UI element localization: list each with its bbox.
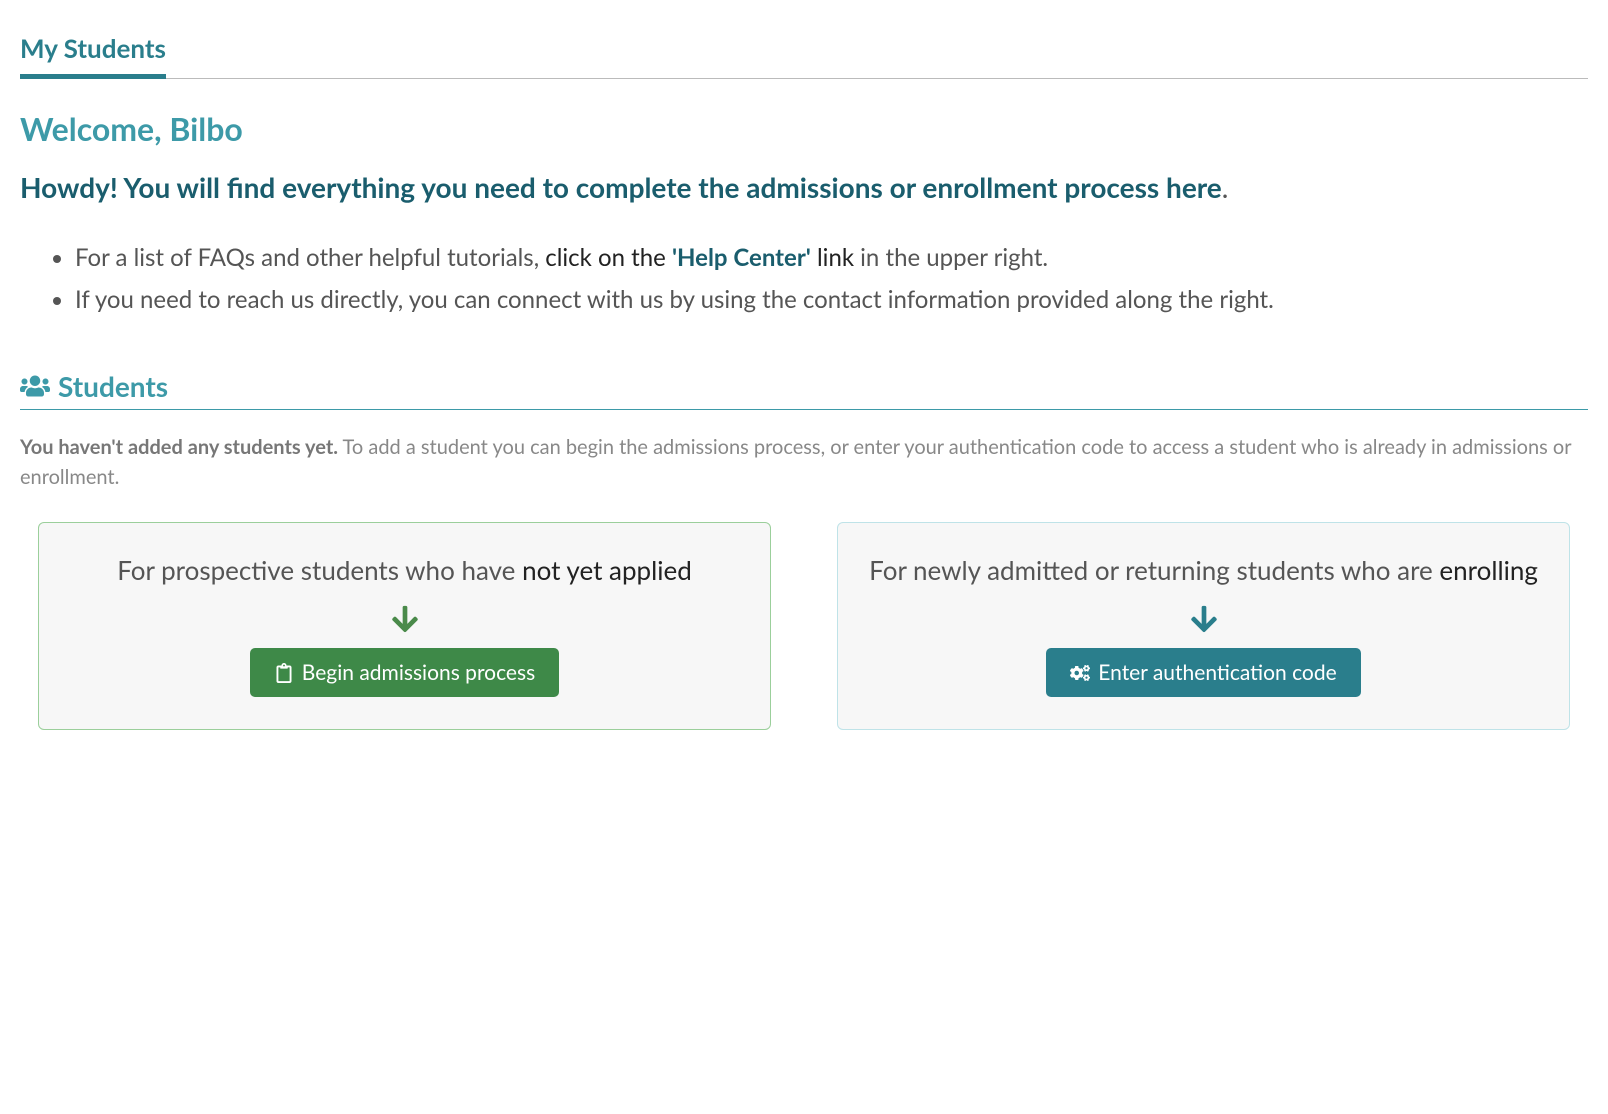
intro-bullet-list: For a list of FAQs and other helpful tut…	[20, 238, 1588, 319]
clipboard-icon	[274, 663, 294, 683]
welcome-heading: Welcome, Bilbo	[20, 109, 1588, 148]
admissions-card: For prospective students who have not ye…	[38, 522, 771, 730]
b1-pre: For a list of FAQs and other helpful tut…	[75, 243, 545, 272]
intro-bullet-contact: If you need to reach us directly, you ca…	[75, 280, 1588, 320]
arrow-down-icon	[1189, 604, 1219, 634]
help-center-text: 'Help Center'	[672, 243, 811, 272]
users-icon	[20, 373, 50, 399]
begin-admissions-button[interactable]: Begin admissions process	[250, 648, 559, 697]
b1-dark-post: link	[811, 243, 854, 272]
intro-period: .	[1222, 170, 1229, 204]
admissions-card-text: For prospective students who have not ye…	[67, 551, 742, 590]
b1-dark-pre: click on the	[545, 243, 672, 272]
empty-students-message: You haven't added any students yet. To a…	[20, 432, 1588, 492]
arrow-down-icon	[390, 604, 420, 634]
enter-auth-code-label: Enter authentication code	[1098, 660, 1336, 685]
intro-bold-text: Howdy! You will find everything you need…	[20, 170, 1222, 204]
auth-text-bold: enrolling	[1439, 554, 1537, 586]
students-section-title: Students	[20, 369, 1588, 410]
intro-text: Howdy! You will find everything you need…	[20, 166, 1588, 208]
gear-icon	[1070, 663, 1090, 683]
tab-header: My Students	[20, 24, 1588, 79]
b1-post: in the upper right.	[854, 243, 1048, 272]
auth-card-text: For newly admitted or returning students…	[866, 551, 1541, 590]
admissions-text-bold: not yet applied	[522, 554, 692, 586]
intro-bullet-faq: For a list of FAQs and other helpful tut…	[75, 238, 1588, 278]
auth-text-pre: For newly admitted or returning students…	[869, 554, 1439, 586]
begin-admissions-label: Begin admissions process	[302, 660, 535, 685]
action-cards-row: For prospective students who have not ye…	[20, 522, 1588, 730]
students-section-label: Students	[58, 369, 168, 403]
auth-card: For newly admitted or returning students…	[837, 522, 1570, 730]
empty-strong: You haven't added any students yet.	[20, 435, 338, 459]
tab-my-students[interactable]: My Students	[20, 24, 166, 79]
enter-auth-code-button[interactable]: Enter authentication code	[1046, 648, 1360, 697]
admissions-text-pre: For prospective students who have	[117, 554, 522, 586]
